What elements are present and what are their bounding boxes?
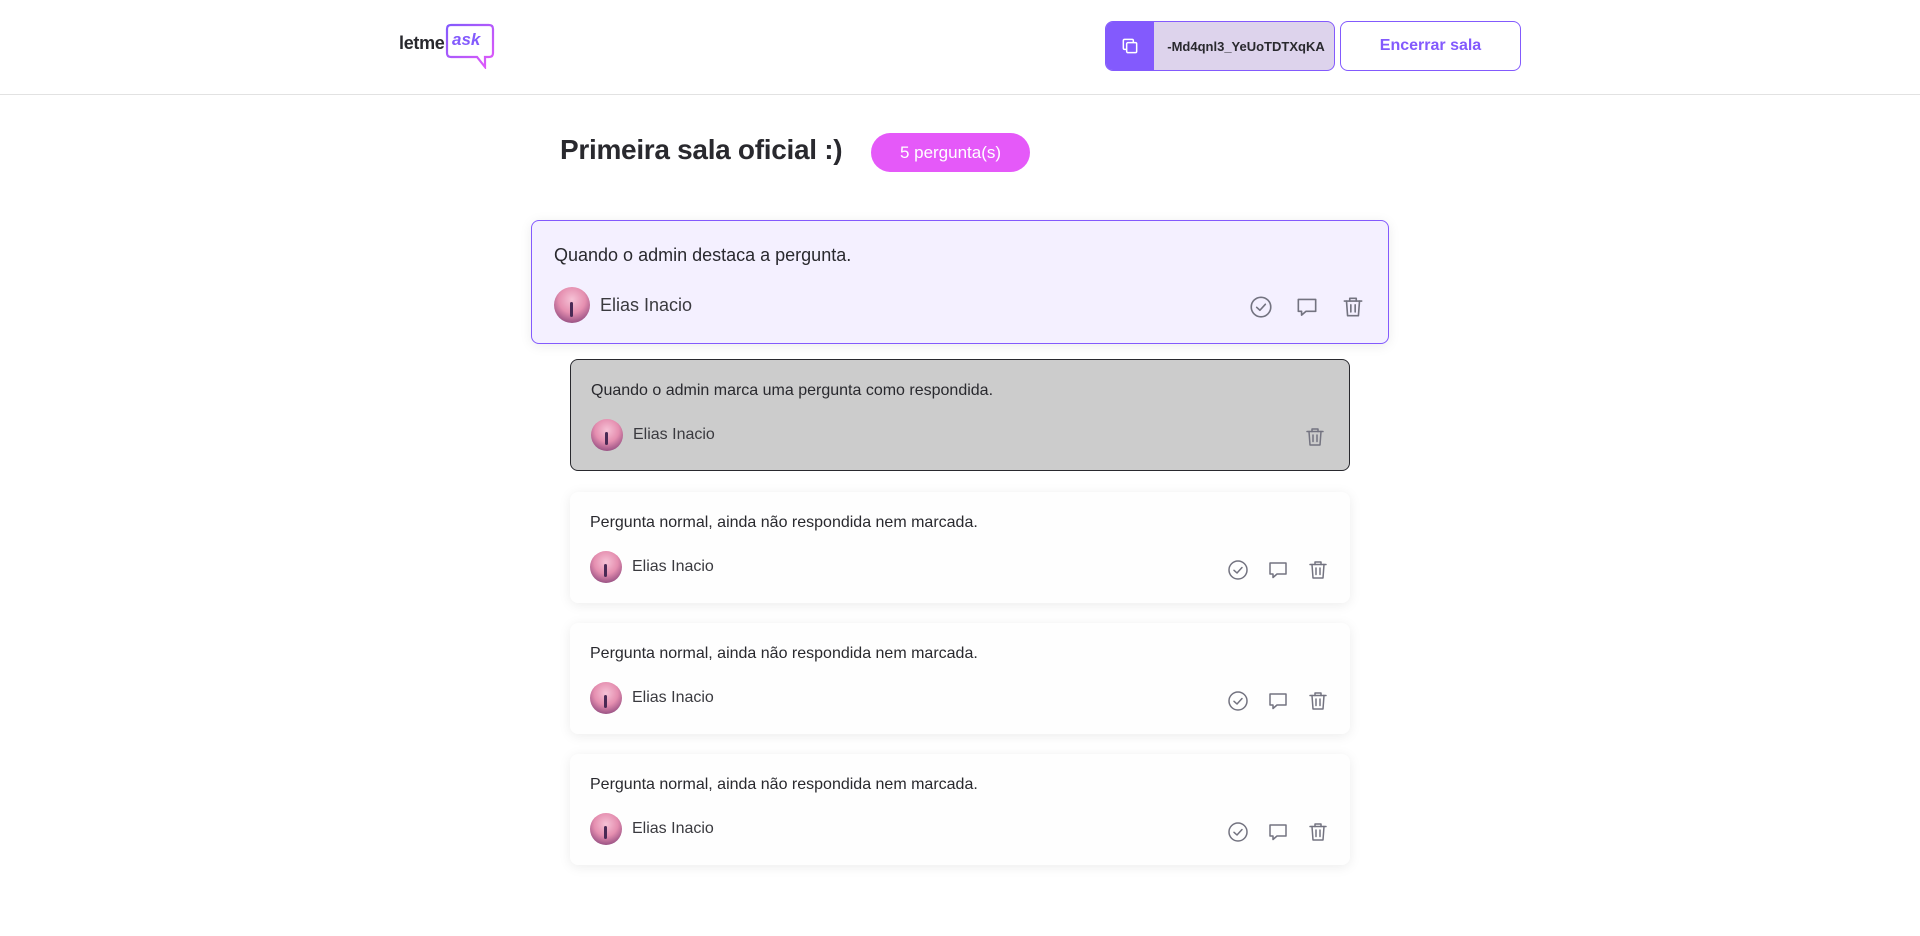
question-actions [1226, 689, 1330, 713]
delete-icon[interactable] [1306, 689, 1330, 713]
author-name: Elias Inacio [600, 294, 693, 315]
question-actions [1226, 558, 1330, 582]
room-title: Primeira sala oficial :) [560, 134, 843, 165]
delete-icon[interactable] [1306, 558, 1330, 582]
question-content: Pergunta normal, ainda não respondida ne… [590, 776, 978, 793]
question-author: Elias Inacio [590, 682, 714, 714]
answer-icon[interactable] [1266, 689, 1290, 713]
question-actions [1303, 425, 1327, 449]
delete-icon[interactable] [1306, 820, 1330, 844]
question-author: Elias Inacio [590, 551, 714, 583]
question-content: Pergunta normal, ainda não respondida ne… [590, 645, 978, 662]
avatar [591, 419, 623, 451]
letmeask-logo[interactable]: letme ask [399, 23, 495, 69]
avatar [590, 813, 622, 845]
question-author: Elias Inacio [590, 813, 714, 845]
question-actions [1226, 820, 1330, 844]
question-actions [1248, 294, 1366, 320]
check-circle-icon[interactable] [1226, 689, 1250, 713]
question-card: Pergunta normal, ainda não respondida ne… [570, 492, 1350, 603]
question-card-answered: Quando o admin marca uma pergunta como r… [570, 359, 1350, 471]
author-name: Elias Inacio [632, 820, 714, 837]
copy-icon[interactable] [1106, 22, 1154, 70]
question-content: Quando o admin destaca a pergunta. [554, 245, 852, 265]
question-author: Elias Inacio [591, 419, 715, 451]
answer-icon[interactable] [1294, 294, 1320, 320]
check-circle-icon[interactable] [1226, 558, 1250, 582]
question-content: Quando o admin marca uma pergunta como r… [591, 382, 994, 399]
question-card-highlighted: Quando o admin destaca a pergunta. Elias… [531, 220, 1389, 344]
question-author: Elias Inacio [554, 287, 692, 323]
author-name: Elias Inacio [633, 426, 715, 443]
logo-ask-text: ask [452, 30, 482, 49]
avatar [590, 682, 622, 714]
question-card: Pergunta normal, ainda não respondida ne… [570, 754, 1350, 865]
close-room-button[interactable]: Encerrar sala [1340, 21, 1521, 71]
check-circle-icon[interactable] [1248, 294, 1274, 320]
question-count-badge: 5 pergunta(s) [871, 133, 1030, 172]
room-code-button[interactable]: -Md4qnl3_YeUoTDTXqKA [1105, 21, 1335, 71]
logo-text: letme [399, 33, 445, 53]
logo-bubble-icon: ask [445, 23, 495, 69]
answer-icon[interactable] [1266, 558, 1290, 582]
avatar [554, 287, 590, 323]
room-code-text: -Md4qnl3_YeUoTDTXqKA [1167, 38, 1325, 54]
page-header: letme ask -Md4qnl3_YeUoTDTXqKA Encerrar … [0, 0, 1920, 95]
author-name: Elias Inacio [632, 689, 714, 706]
question-content: Pergunta normal, ainda não respondida ne… [590, 514, 978, 531]
delete-icon[interactable] [1303, 425, 1327, 449]
check-circle-icon[interactable] [1226, 820, 1250, 844]
delete-icon[interactable] [1340, 294, 1366, 320]
avatar [590, 551, 622, 583]
question-card: Pergunta normal, ainda não respondida ne… [570, 623, 1350, 734]
answer-icon[interactable] [1266, 820, 1290, 844]
author-name: Elias Inacio [632, 558, 714, 575]
